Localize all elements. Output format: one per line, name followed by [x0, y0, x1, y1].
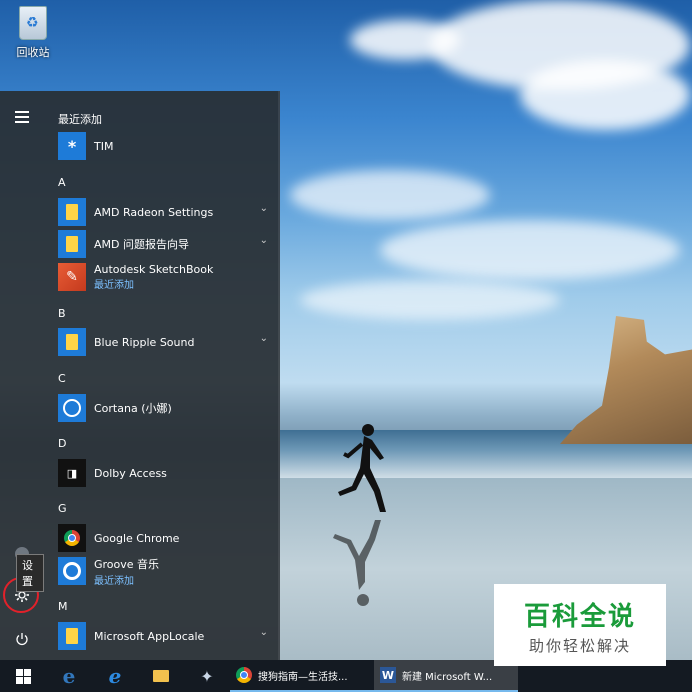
taskbar-chrome-window[interactable]: 搜狗指南—生活技... [230, 660, 374, 692]
app-google-chrome[interactable]: Google Chrome [58, 523, 268, 553]
app-blue-ripple-sound[interactable]: Blue Ripple Sound ⌄ [58, 327, 268, 357]
folder-icon [58, 198, 86, 226]
app-tim[interactable]: * TIM [58, 131, 268, 161]
section-g: G [58, 502, 67, 515]
app-amd-radeon-settings[interactable]: AMD Radeon Settings ⌄ [58, 197, 268, 227]
section-b: B [58, 307, 66, 320]
app-microsoft-applocale[interactable]: Microsoft AppLocale ⌄ [58, 621, 268, 651]
hamburger-menu-button[interactable] [0, 97, 44, 137]
chevron-down-icon[interactable]: ⌄ [260, 203, 268, 214]
edge-button[interactable]: e [46, 660, 92, 692]
app-list-scrollbar[interactable] [278, 91, 280, 660]
watermark-subtitle: 助你轻松解决 [528, 637, 631, 655]
cortana-icon [58, 394, 86, 422]
start-rail: 设置 [0, 91, 44, 660]
edge-icon: e [62, 664, 76, 688]
word-icon: W [380, 667, 396, 683]
app-autodesk-sketchbook[interactable]: ✎ Autodesk SketchBook 最近添加 [58, 262, 268, 292]
section-m: M [58, 600, 68, 613]
start-button[interactable] [0, 660, 46, 692]
chrome-icon [236, 667, 252, 683]
app-groove-music[interactable]: Groove 音乐 最近添加 [58, 556, 268, 587]
section-recent: 最近添加 [58, 113, 102, 126]
folder-icon [58, 230, 86, 258]
folder-icon [58, 622, 86, 650]
rock-formation [560, 316, 692, 444]
runner-reflection [333, 520, 381, 606]
app-cortana[interactable]: Cortana (小娜) [58, 393, 268, 423]
section-c: C [58, 372, 66, 385]
chrome-icon [58, 524, 86, 552]
watermark-title: 百科全说 [523, 602, 636, 632]
runner-silhouette [338, 424, 386, 512]
chevron-down-icon[interactable]: ⌄ [260, 333, 268, 344]
power-button[interactable] [0, 619, 44, 659]
section-a: A [58, 176, 66, 189]
file-explorer-button[interactable] [138, 660, 184, 692]
app-dolby-access[interactable]: ◨ Dolby Access [58, 458, 268, 488]
app-button[interactable]: ✦ [184, 660, 230, 692]
app-amd-report-wizard[interactable]: AMD 问题报告向导 ⌄ [58, 229, 268, 259]
chevron-down-icon[interactable]: ⌄ [260, 235, 268, 246]
groove-icon [58, 557, 86, 585]
sketchbook-icon: ✎ [58, 263, 86, 291]
windows-logo-icon [15, 668, 31, 684]
dolby-icon: ◨ [58, 459, 86, 487]
app-icon: ✦ [200, 666, 214, 686]
folder-icon [58, 328, 86, 356]
internet-explorer-icon: e [108, 664, 122, 688]
recycle-bin-icon [19, 6, 47, 40]
hamburger-icon [15, 116, 29, 118]
start-menu: 设置 最近添加 * TIM A AMD Radeon Settings ⌄ AM… [0, 91, 280, 660]
watermark: 百科全说 助你轻松解决 [494, 584, 666, 666]
tim-icon: * [58, 132, 86, 160]
folder-icon [153, 670, 169, 682]
app-list: 最近添加 * TIM A AMD Radeon Settings ⌄ AMD 问… [44, 91, 280, 660]
section-d: D [58, 437, 67, 450]
settings-tooltip: 设置 [16, 554, 44, 592]
recycle-bin-label: 回收站 [16, 46, 50, 59]
ie-button[interactable]: e [92, 660, 138, 692]
power-icon [16, 633, 28, 646]
recycle-bin[interactable]: 回收站 [8, 6, 58, 60]
chevron-down-icon[interactable]: ⌄ [260, 627, 268, 638]
